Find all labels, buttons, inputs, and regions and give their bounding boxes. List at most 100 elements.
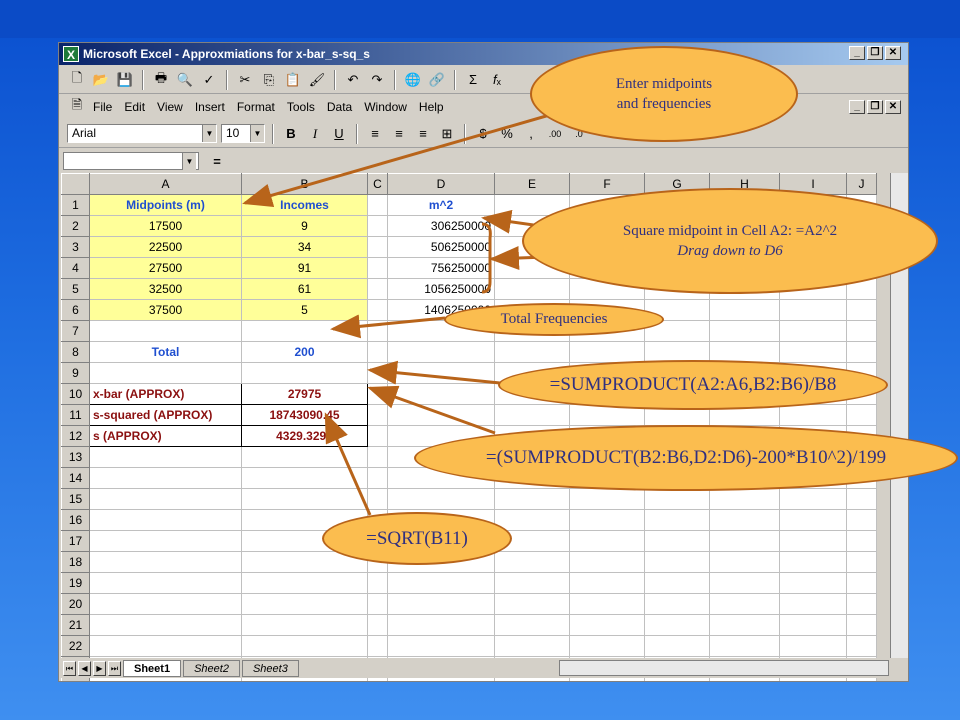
cell-b5[interactable]: 61 — [241, 278, 368, 300]
cell-f8[interactable] — [569, 341, 645, 363]
cell-d21[interactable] — [387, 614, 495, 636]
cell-i22[interactable] — [779, 635, 847, 657]
cell-a18[interactable] — [89, 551, 242, 573]
last-sheet-icon[interactable]: ⏭ — [108, 660, 121, 676]
cell-b1[interactable]: Incomes — [241, 194, 368, 216]
cell-i7[interactable] — [779, 320, 847, 342]
doc-close-button[interactable]: ✕ — [885, 100, 901, 114]
cell-j8[interactable] — [846, 341, 877, 363]
menu-view[interactable]: View — [151, 100, 189, 114]
cell-b3[interactable]: 34 — [241, 236, 368, 258]
cell-g22[interactable] — [644, 635, 710, 657]
cell-i17[interactable] — [779, 530, 847, 552]
cell-c22[interactable] — [367, 635, 388, 657]
cell-i18[interactable] — [779, 551, 847, 573]
paste-icon[interactable]: 📋 — [283, 70, 303, 90]
cell-d22[interactable] — [387, 635, 495, 657]
cell-e11[interactable] — [494, 404, 570, 426]
row-header[interactable]: 8 — [61, 341, 90, 363]
web-icon[interactable]: 🌐 — [403, 70, 423, 90]
cell-b12[interactable]: 4329.3291 — [241, 425, 368, 447]
column-header-d[interactable]: D — [387, 173, 495, 195]
print-icon[interactable]: 🖶 — [151, 70, 171, 90]
cell-d10[interactable] — [387, 383, 495, 405]
cell-g18[interactable] — [644, 551, 710, 573]
row-header[interactable]: 1 — [61, 194, 90, 216]
cell-b7[interactable] — [241, 320, 368, 342]
row-header[interactable]: 18 — [61, 551, 90, 573]
align-left-icon[interactable]: ≡ — [365, 124, 385, 144]
cell-c7[interactable] — [367, 320, 388, 342]
cell-f17[interactable] — [569, 530, 645, 552]
cell-h17[interactable] — [709, 530, 780, 552]
cell-g17[interactable] — [644, 530, 710, 552]
doc-minimize-button[interactable]: _ — [849, 100, 865, 114]
cell-j20[interactable] — [846, 593, 877, 615]
increase-decimal-icon[interactable]: .00 — [545, 124, 565, 144]
row-header[interactable]: 7 — [61, 320, 90, 342]
cell-c14[interactable] — [367, 467, 388, 489]
cell-d19[interactable] — [387, 572, 495, 594]
cell-j24[interactable] — [846, 677, 877, 681]
cell-a17[interactable] — [89, 530, 242, 552]
cell-c4[interactable] — [367, 257, 388, 279]
menu-help[interactable]: Help — [413, 100, 450, 114]
first-sheet-icon[interactable]: ⏮ — [63, 660, 76, 676]
cell-c8[interactable] — [367, 341, 388, 363]
column-header-a[interactable]: A — [89, 173, 242, 195]
cell-c12[interactable] — [367, 425, 388, 447]
cell-a8[interactable]: Total — [89, 341, 242, 363]
cell-j21[interactable] — [846, 614, 877, 636]
cell-b10[interactable]: 27975 — [241, 383, 368, 405]
column-header-f[interactable]: F — [569, 173, 645, 195]
cell-j17[interactable] — [846, 530, 877, 552]
cell-f21[interactable] — [569, 614, 645, 636]
cell-c9[interactable] — [367, 362, 388, 384]
menu-file[interactable]: File — [87, 100, 118, 114]
new-icon[interactable]: 🗋 — [67, 70, 87, 90]
cell-b20[interactable] — [241, 593, 368, 615]
cell-a10[interactable]: x-bar (APPROX) — [89, 383, 242, 405]
cell-j6[interactable] — [846, 299, 877, 321]
cell-e8[interactable] — [494, 341, 570, 363]
row-header[interactable]: 10 — [61, 383, 90, 405]
cell-a22[interactable] — [89, 635, 242, 657]
cell-d15[interactable] — [387, 488, 495, 510]
cell-j22[interactable] — [846, 635, 877, 657]
cell-h6[interactable] — [709, 299, 780, 321]
cell-d5[interactable]: 1056250000 — [387, 278, 495, 300]
cell-h20[interactable] — [709, 593, 780, 615]
cell-i20[interactable] — [779, 593, 847, 615]
comma-icon[interactable]: , — [521, 124, 541, 144]
cell-a16[interactable] — [89, 509, 242, 531]
cell-a14[interactable] — [89, 467, 242, 489]
cell-b19[interactable] — [241, 572, 368, 594]
cell-d20[interactable] — [387, 593, 495, 615]
cell-b9[interactable] — [241, 362, 368, 384]
save-icon[interactable]: 💾 — [115, 70, 135, 90]
row-header[interactable]: 3 — [61, 236, 90, 258]
restore-button[interactable]: ❐ — [867, 46, 883, 60]
cell-c2[interactable] — [367, 215, 388, 237]
format-painter-icon[interactable]: 🖌 — [307, 70, 327, 90]
cell-a9[interactable] — [89, 362, 242, 384]
align-center-icon[interactable]: ≡ — [389, 124, 409, 144]
cell-a6[interactable]: 37500 — [89, 299, 242, 321]
undo-icon[interactable]: ↶ — [343, 70, 363, 90]
redo-icon[interactable]: ↷ — [367, 70, 387, 90]
row-header[interactable]: 5 — [61, 278, 90, 300]
next-sheet-icon[interactable]: ▶ — [93, 660, 106, 676]
cell-b4[interactable]: 91 — [241, 257, 368, 279]
cell-a5[interactable]: 32500 — [89, 278, 242, 300]
cell-e5[interactable] — [494, 278, 570, 300]
cell-g16[interactable] — [644, 509, 710, 531]
row-header[interactable]: 13 — [61, 446, 90, 468]
cell-a20[interactable] — [89, 593, 242, 615]
cell-g21[interactable] — [644, 614, 710, 636]
function-icon[interactable]: fₓ — [487, 70, 507, 90]
cell-e18[interactable] — [494, 551, 570, 573]
cut-icon[interactable]: ✂ — [235, 70, 255, 90]
cell-h21[interactable] — [709, 614, 780, 636]
cell-a1[interactable]: Midpoints (m) — [89, 194, 242, 216]
cell-i15[interactable] — [779, 488, 847, 510]
